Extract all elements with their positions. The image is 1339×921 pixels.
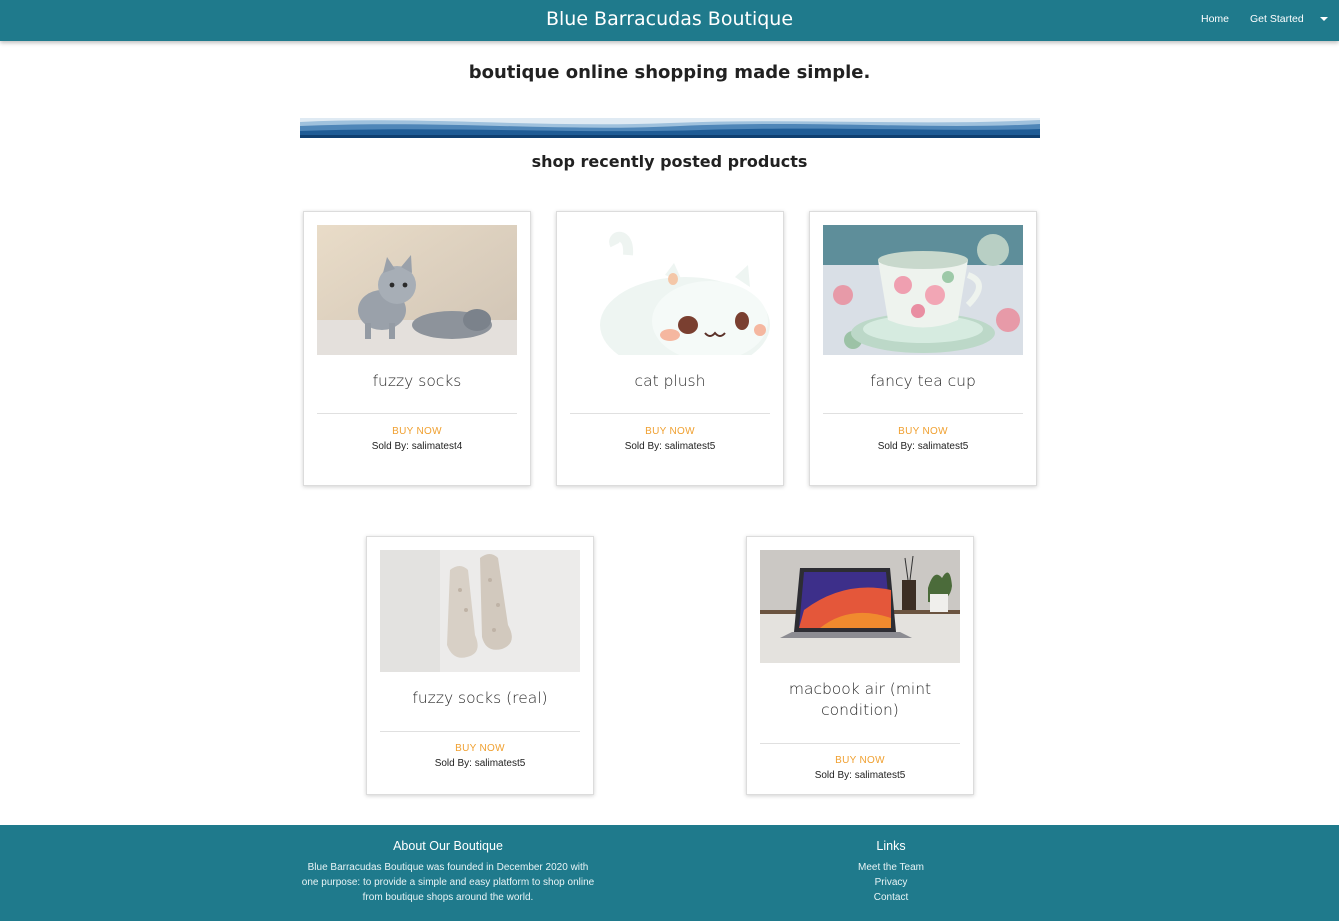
- brand-title[interactable]: Blue Barracudas Boutique: [0, 8, 1339, 30]
- seller-label: Sold By: salimatest5: [877, 441, 969, 452]
- footer-about-title: About Our Boutique: [393, 839, 503, 853]
- product-card[interactable]: cat plush BUY NOW Sold By: salimatest5: [556, 211, 784, 486]
- product-title[interactable]: fuzzy socks (real): [377, 688, 583, 709]
- buy-now-link[interactable]: BUY NOW: [557, 426, 783, 437]
- product-card[interactable]: macbook air (mint condition) BUY NOW Sol…: [746, 536, 974, 795]
- product-title[interactable]: macbook air (mint condition): [757, 679, 963, 721]
- seller-label: Sold By: salimatest5: [814, 770, 906, 781]
- product-card[interactable]: fuzzy socks BUY NOW Sold By: salimatest4: [303, 211, 531, 486]
- footer-link-contact[interactable]: Contact: [791, 890, 991, 905]
- card-divider: [760, 743, 960, 744]
- card-divider: [380, 731, 580, 732]
- product-card[interactable]: fancy tea cup BUY NOW Sold By: salimates…: [809, 211, 1037, 486]
- buy-now-link[interactable]: BUY NOW: [747, 755, 973, 766]
- product-card[interactable]: fuzzy socks (real) BUY NOW Sold By: sali…: [366, 536, 594, 795]
- footer-about-text: Blue Barracudas Boutique was founded in …: [301, 862, 595, 903]
- cat-plush-photo[interactable]: [570, 225, 770, 355]
- section-title: shop recently posted products: [531, 152, 808, 171]
- seller-label: Sold By: salimatest5: [624, 441, 716, 452]
- kittens-photo[interactable]: [317, 225, 517, 355]
- card-divider: [570, 413, 770, 414]
- nav-get-started-link[interactable]: Get Started: [1250, 13, 1304, 25]
- seller-label: Sold By: salimatest4: [371, 441, 463, 452]
- wave-banner: [300, 118, 1040, 138]
- footer: About Our Boutique Blue Barracudas Bouti…: [0, 825, 1339, 921]
- footer-links: Links Meet the Team Privacy Contact: [791, 839, 991, 905]
- buy-now-link[interactable]: BUY NOW: [810, 426, 1036, 437]
- footer-link-meet-team[interactable]: Meet the Team: [791, 860, 991, 875]
- page-tagline: boutique online shopping made simple.: [468, 62, 871, 83]
- product-title[interactable]: fancy tea cup: [820, 371, 1026, 392]
- laptop-photo[interactable]: [760, 550, 960, 663]
- footer-link-privacy[interactable]: Privacy: [791, 875, 991, 890]
- card-divider: [317, 413, 517, 414]
- footer-about: About Our Boutique Blue Barracudas Bouti…: [298, 839, 598, 905]
- footer-links-title: Links: [876, 839, 906, 853]
- nav-home-link[interactable]: Home: [1201, 13, 1229, 25]
- buy-now-link[interactable]: BUY NOW: [304, 426, 530, 437]
- socks-photo[interactable]: [380, 550, 580, 672]
- navbar: Blue Barracudas Boutique Home Get Starte…: [0, 0, 1339, 41]
- seller-label: Sold By: salimatest5: [434, 758, 526, 769]
- chevron-down-icon[interactable]: [1320, 17, 1328, 21]
- card-divider: [823, 413, 1023, 414]
- product-title[interactable]: fuzzy socks: [314, 371, 520, 392]
- teacup-photo[interactable]: [823, 225, 1023, 355]
- product-title[interactable]: cat plush: [567, 371, 773, 392]
- buy-now-link[interactable]: BUY NOW: [367, 743, 593, 754]
